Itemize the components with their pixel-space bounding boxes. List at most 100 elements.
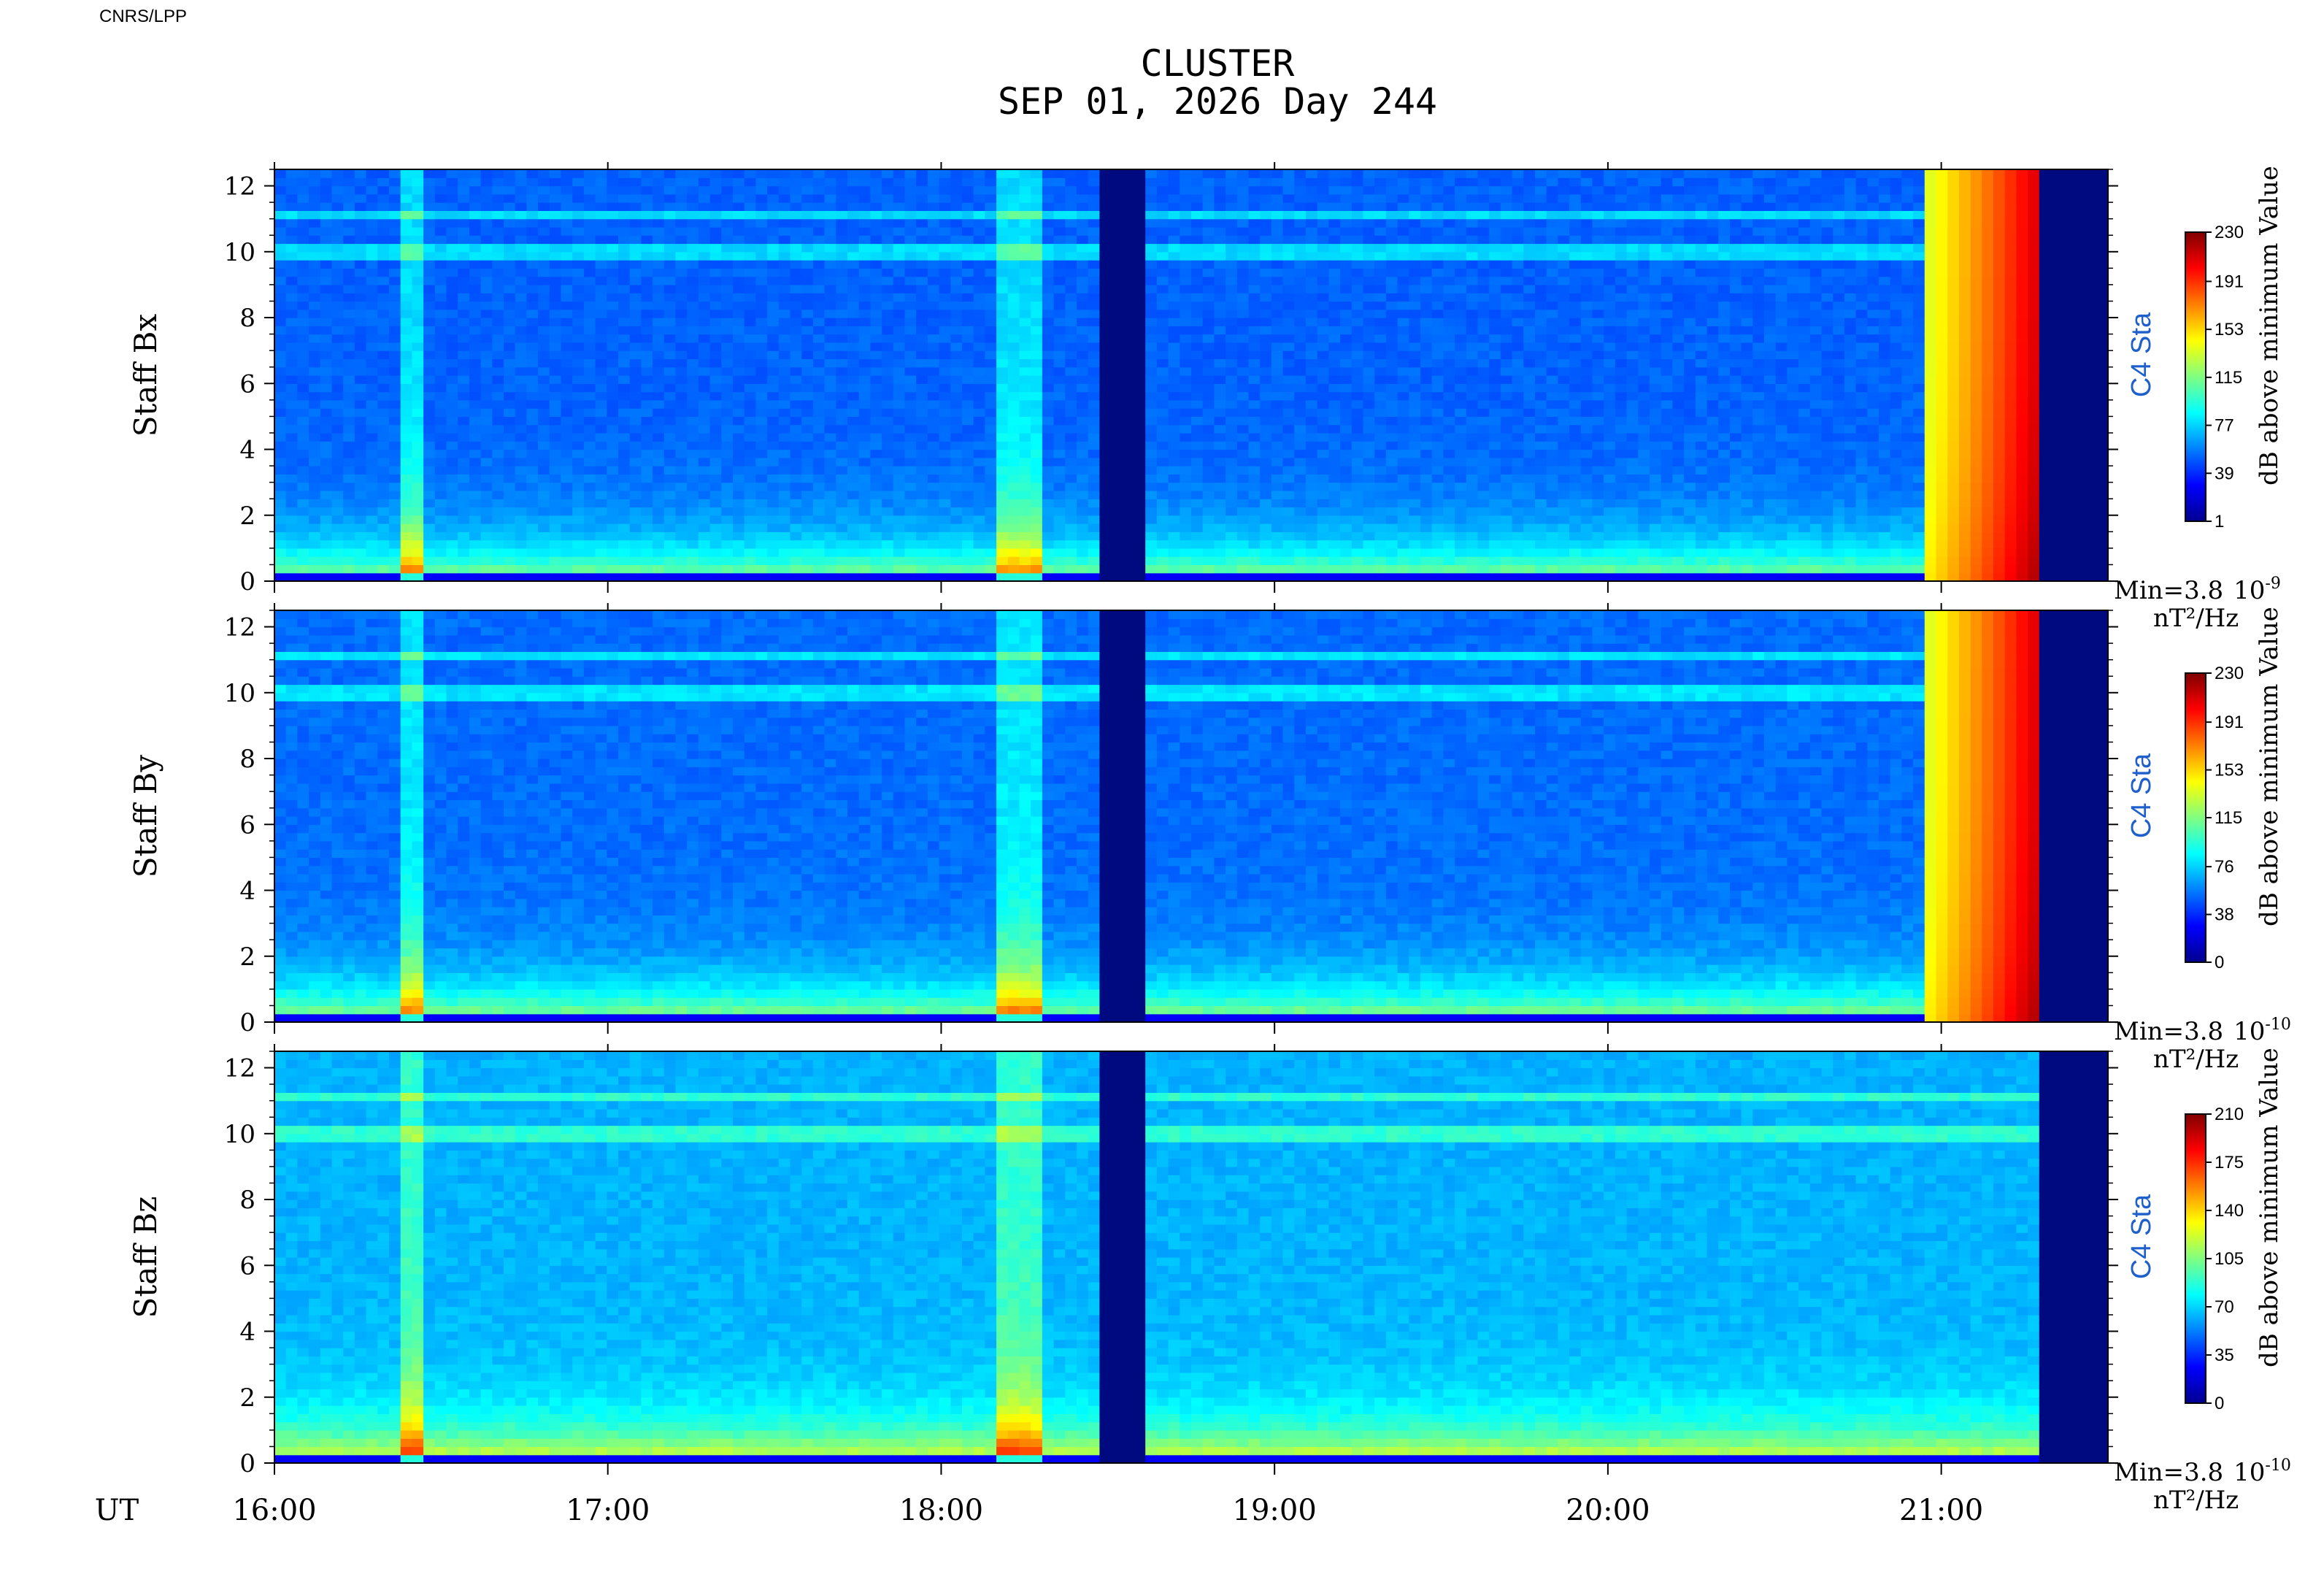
- spectrogram-cell: [297, 450, 309, 458]
- spectrogram-cell: [550, 450, 561, 458]
- spectrogram-cell: [332, 350, 344, 359]
- spectrogram-cell: [596, 235, 607, 244]
- spectrogram-cell: [492, 202, 504, 211]
- spectrogram-cell: [389, 416, 401, 425]
- spectrogram-cell: [355, 227, 366, 236]
- spectrogram-image: [274, 169, 2109, 582]
- spectrogram-cell: [377, 358, 389, 367]
- spectrogram-cell: [447, 573, 458, 582]
- spectrogram-cell: [572, 458, 584, 467]
- spectrogram-cell: [561, 392, 573, 401]
- spectrogram-cell: [550, 548, 561, 557]
- spectrogram-cell: [584, 293, 596, 302]
- spectrogram-cell: [572, 219, 584, 228]
- spectrogram-cell: [458, 227, 469, 236]
- spectrogram-cell: [343, 474, 355, 483]
- spectrogram-cell: [447, 466, 458, 475]
- spectrogram-cell: [377, 210, 389, 219]
- spectrogram-cell: [389, 556, 401, 565]
- spectrogram-cell: [526, 548, 538, 557]
- spectrogram-cell: [538, 375, 550, 384]
- spectrogram-cell: [435, 202, 447, 211]
- spectrogram-cell: [274, 194, 286, 203]
- spectrogram-cell: [447, 564, 458, 573]
- spectrogram-cell: [504, 334, 515, 343]
- spectrogram-cell: [423, 433, 435, 442]
- spectrogram-cell: [584, 499, 596, 507]
- spectrogram-cell: [458, 194, 469, 203]
- spectrogram-cell: [458, 277, 469, 285]
- spectrogram-cell: [504, 367, 515, 376]
- spectrogram-cell: [458, 260, 469, 269]
- spectrogram-cell: [401, 350, 412, 359]
- spectrogram-cell: [297, 342, 309, 351]
- spectrogram-cell: [412, 268, 423, 277]
- spectrogram-cell: [412, 375, 423, 384]
- spectrogram-cell: [550, 186, 561, 195]
- spectrogram-cell: [274, 277, 286, 285]
- spectrogram-cell: [596, 556, 607, 565]
- spectrogram-cell: [343, 523, 355, 532]
- spectrogram-cell: [309, 507, 320, 515]
- spectrogram-cell: [297, 252, 309, 261]
- spectrogram-cell: [526, 227, 538, 236]
- spectrogram-cell: [286, 540, 298, 549]
- spectrogram-cell: [320, 194, 332, 203]
- spectrogram-cell: [401, 450, 412, 458]
- spectrogram-cell: [309, 383, 320, 392]
- spectrogram-cell: [343, 342, 355, 351]
- spectrogram-cell: [447, 392, 458, 401]
- spectrogram-cell: [481, 310, 493, 318]
- spectrogram-cell: [355, 285, 366, 293]
- spectrogram-cell: [538, 244, 550, 253]
- spectrogram-cell: [343, 186, 355, 195]
- spectrogram-cell: [538, 350, 550, 359]
- spectrogram-cell: [332, 285, 344, 293]
- spectrogram-cell: [596, 416, 607, 425]
- spectrogram-cell: [343, 400, 355, 409]
- spectrogram-cell: [458, 523, 469, 532]
- spectrogram-cell: [320, 342, 332, 351]
- spectrogram-cell: [401, 358, 412, 367]
- spectrogram-cell: [584, 342, 596, 351]
- spectrogram-cell: [274, 400, 286, 409]
- spectrogram-cell: [492, 268, 504, 277]
- spectrogram-cell: [481, 293, 493, 302]
- spectrogram-cell: [515, 194, 527, 203]
- spectrogram-cell: [526, 425, 538, 434]
- spectrogram-cell: [526, 301, 538, 310]
- spectrogram-cell: [504, 425, 515, 434]
- spectrogram-cell: [504, 301, 515, 310]
- spectrogram-cell: [447, 186, 458, 195]
- spectrogram-cell: [538, 450, 550, 458]
- spectrogram-cell: [561, 416, 573, 425]
- spectrogram-cell: [492, 310, 504, 318]
- spectrogram-cell: [401, 194, 412, 203]
- spectrogram-cell: [538, 425, 550, 434]
- spectrogram-cell: [447, 268, 458, 277]
- spectrogram-cell: [332, 523, 344, 532]
- spectrogram-cell: [332, 186, 344, 195]
- spectrogram-cell: [423, 416, 435, 425]
- spectrogram-cell: [309, 458, 320, 467]
- spectrogram-cell: [526, 573, 538, 582]
- spectrogram-cell: [526, 318, 538, 326]
- spectrogram-cell: [274, 310, 286, 318]
- spectrogram-cell: [286, 425, 298, 434]
- spectrogram-cell: [572, 210, 584, 219]
- spectrogram-cell: [504, 548, 515, 557]
- spectrogram-cell: [320, 169, 332, 178]
- spectrogram-cell: [584, 531, 596, 540]
- spectrogram-cell: [355, 202, 366, 211]
- spectrogram-cell: [423, 483, 435, 491]
- spectrogram-cell: [366, 416, 378, 425]
- credit-label: CNRS/LPP: [99, 7, 187, 26]
- spectrogram-cell: [492, 416, 504, 425]
- spectrogram-cell: [538, 202, 550, 211]
- spectrogram-cell: [423, 326, 435, 334]
- spectrogram-cell: [515, 531, 527, 540]
- spectrogram-cell: [469, 334, 481, 343]
- spectrogram-cell: [423, 392, 435, 401]
- spectrogram-cell: [515, 318, 527, 326]
- spectrogram-cell: [504, 400, 515, 409]
